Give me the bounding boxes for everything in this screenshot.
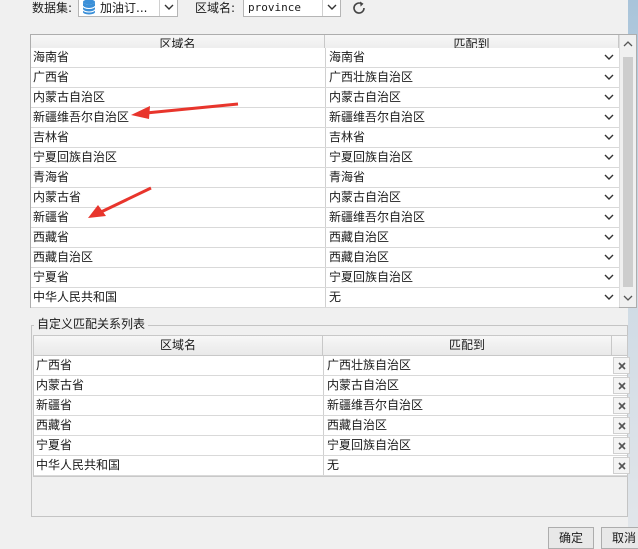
chevron-down-icon[interactable] — [603, 230, 615, 244]
delete-icon[interactable] — [613, 417, 630, 434]
match-select[interactable]: 宁夏回族自治区 — [325, 268, 619, 287]
match-select[interactable]: 青海省 — [325, 168, 619, 187]
chevron-down-icon[interactable] — [159, 0, 177, 16]
match-select[interactable]: 新疆维吾尔自治区 — [325, 208, 619, 227]
table-row[interactable]: 宁夏省 宁夏回族自治区 — [31, 268, 619, 288]
table-row[interactable]: 吉林省 吉林省 — [31, 128, 619, 148]
chevron-down-icon[interactable] — [603, 110, 615, 124]
database-icon — [82, 0, 96, 15]
scroll-up-icon[interactable] — [623, 41, 633, 47]
match-select[interactable]: 吉林省 — [325, 128, 619, 147]
chevron-down-icon[interactable] — [603, 270, 615, 284]
region-name-cell: 新疆省 — [33, 210, 70, 224]
column-header-match[interactable]: 匹配到 — [323, 336, 612, 356]
scroll-down-icon[interactable] — [623, 295, 633, 301]
scrollbar-thumb[interactable] — [623, 57, 633, 287]
region-name-cell: 宁夏省 — [36, 438, 73, 452]
region-name-cell: 中华人民共和国 — [36, 458, 121, 472]
region-name-cell: 广西省 — [36, 358, 73, 372]
region-name-cell: 青海省 — [33, 170, 70, 184]
delete-icon[interactable] — [613, 377, 630, 394]
chevron-down-icon[interactable] — [603, 90, 615, 104]
table-row[interactable]: 西藏自治区 西藏自治区 — [31, 248, 619, 268]
region-name-cell: 西藏自治区 — [33, 250, 94, 264]
match-select[interactable]: 广西壮族自治区 — [325, 68, 619, 87]
chevron-down-icon[interactable] — [603, 170, 615, 184]
table-row[interactable]: 青海省 青海省 — [31, 168, 619, 188]
match-select[interactable]: 宁夏回族自治区 — [325, 148, 619, 167]
custom-mapping-table: 区域名 匹配到 广西省 广西壮族自治区 内蒙古省 内蒙古自治区 新疆省 新疆维吾尔自治区西… — [33, 335, 630, 477]
table-row[interactable]: 广西省 广西壮族自治区 — [34, 356, 630, 376]
refresh-icon[interactable] — [351, 0, 367, 16]
dataset-select[interactable]: 加油订... — [78, 0, 178, 17]
region-field-value: province — [248, 0, 301, 14]
region-name-cell: 海南省 — [33, 50, 70, 64]
region-name-cell: 宁夏回族自治区 — [33, 150, 118, 164]
match-select[interactable]: 内蒙古自治区 — [325, 188, 619, 207]
chevron-down-icon[interactable] — [603, 150, 615, 164]
chevron-down-icon[interactable] — [603, 50, 615, 64]
match-value-cell: 新疆维吾尔自治区 — [323, 396, 612, 415]
table-row[interactable]: 西藏省 西藏自治区 — [34, 416, 630, 436]
table-header: 区域名 匹配到 — [34, 336, 627, 356]
match-select[interactable]: 无 — [325, 288, 619, 307]
match-select[interactable]: 新疆维吾尔自治区 — [325, 108, 619, 127]
table-row[interactable]: 新疆维吾尔自治区 新疆维吾尔自治区 — [31, 108, 619, 128]
match-select[interactable]: 西藏自治区 — [325, 248, 619, 267]
vertical-scrollbar[interactable] — [619, 35, 636, 307]
table-row[interactable]: 中华人民共和国 无 — [31, 288, 619, 308]
region-name-cell: 内蒙古省 — [36, 378, 85, 392]
chevron-down-icon[interactable] — [603, 70, 615, 84]
table-row[interactable]: 内蒙古自治区 内蒙古自治区 — [31, 88, 619, 108]
region-field-select[interactable]: province — [243, 0, 341, 17]
match-value-cell: 西藏自治区 — [323, 416, 612, 435]
match-select[interactable]: 西藏自治区 — [325, 228, 619, 247]
cancel-button[interactable]: 取消 — [601, 527, 638, 549]
region-name-cell: 西藏省 — [33, 230, 70, 244]
region-label: 区域名: — [195, 1, 236, 15]
table-row[interactable]: 中华人民共和国 无 — [34, 456, 630, 476]
ok-button[interactable]: 确定 — [548, 527, 594, 549]
delete-icon[interactable] — [613, 457, 630, 474]
match-select[interactable]: 内蒙古自治区 — [325, 88, 619, 107]
column-header-region[interactable]: 区域名 — [34, 336, 323, 356]
region-name-cell: 新疆维吾尔自治区 — [33, 110, 130, 124]
region-name-cell: 内蒙古省 — [33, 190, 82, 204]
region-name-cell: 内蒙古自治区 — [33, 90, 106, 104]
table-row[interactable]: 新疆省 新疆维吾尔自治区 — [34, 396, 630, 416]
delete-icon[interactable] — [613, 397, 630, 414]
region-name-cell: 广西省 — [33, 70, 70, 84]
custom-mapping-title: 自定义匹配关系列表 — [34, 317, 149, 332]
table-row[interactable]: 新疆省 新疆维吾尔自治区 — [31, 208, 619, 228]
delete-icon[interactable] — [613, 437, 630, 454]
chevron-down-icon[interactable] — [603, 130, 615, 144]
match-value-cell: 无 — [323, 456, 612, 475]
table-row[interactable]: 宁夏省 宁夏回族自治区 — [34, 436, 630, 456]
table-row[interactable]: 海南省 海南省 — [31, 48, 619, 68]
match-value-cell: 内蒙古自治区 — [323, 376, 612, 395]
toolbar: 数据集: 加油订... 区域名: province — [0, 0, 628, 18]
match-select[interactable]: 海南省 — [325, 48, 619, 67]
region-name-cell: 中华人民共和国 — [33, 290, 118, 304]
chevron-down-icon[interactable] — [603, 250, 615, 264]
match-value-cell: 广西壮族自治区 — [323, 356, 612, 375]
chevron-down-icon[interactable] — [322, 0, 340, 16]
region-mapping-table: 区域名 匹配到 海南省 海南省 广西省 广西壮族自治区 内蒙古自治区 内蒙古自治区 新疆维吾… — [30, 34, 637, 308]
region-name-cell: 宁夏省 — [33, 270, 70, 284]
chevron-down-icon[interactable] — [603, 190, 615, 204]
chevron-down-icon[interactable] — [603, 290, 615, 304]
table-row[interactable]: 内蒙古省 内蒙古自治区 — [34, 376, 630, 396]
region-name-cell: 吉林省 — [33, 130, 70, 144]
dataset-label: 数据集: — [32, 1, 73, 15]
table-row[interactable]: 内蒙古省 内蒙古自治区 — [31, 188, 619, 208]
match-value-cell: 宁夏回族自治区 — [323, 436, 612, 455]
delete-icon[interactable] — [613, 357, 630, 374]
table-row[interactable]: 广西省 广西壮族自治区 — [31, 68, 619, 88]
chevron-down-icon[interactable] — [603, 210, 615, 224]
table-row[interactable]: 西藏省 西藏自治区 — [31, 228, 619, 248]
region-name-cell: 新疆省 — [36, 398, 73, 412]
region-name-cell: 西藏省 — [36, 418, 73, 432]
table-row[interactable]: 宁夏回族自治区 宁夏回族自治区 — [31, 148, 619, 168]
dataset-value: 加油订... — [100, 0, 148, 15]
